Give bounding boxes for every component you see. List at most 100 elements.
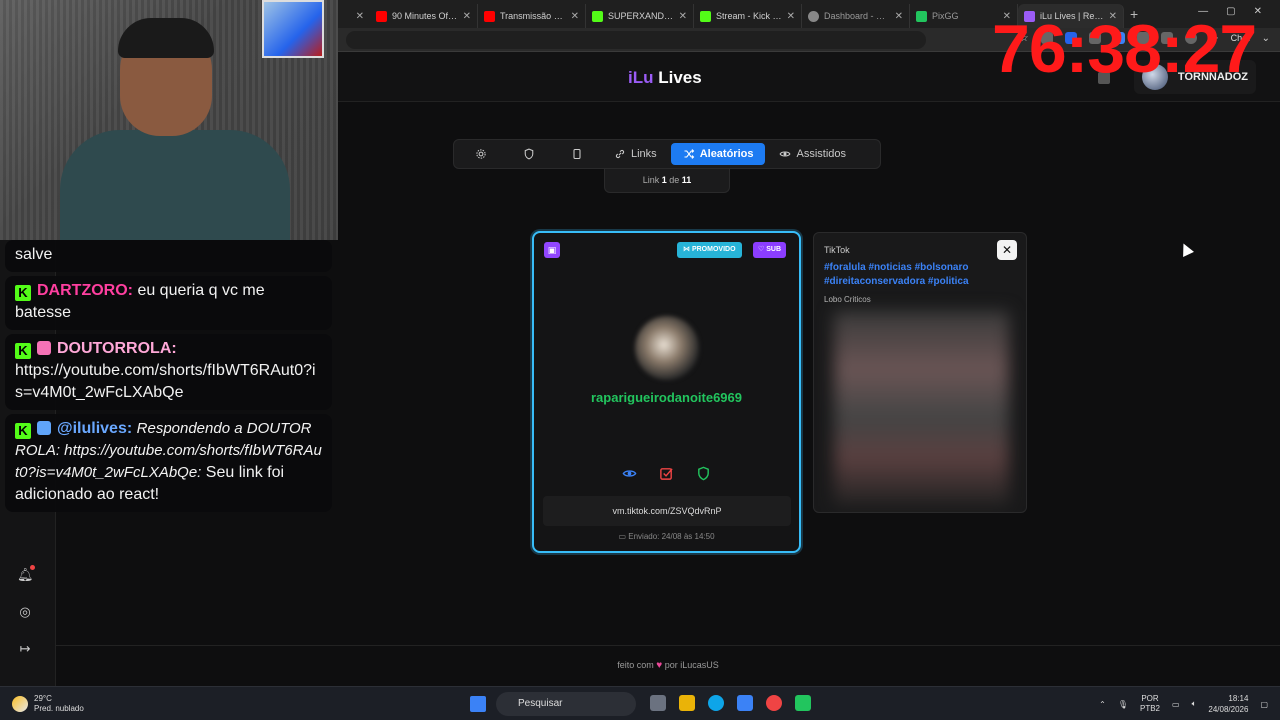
network-icon[interactable]: ▭ xyxy=(1172,700,1180,709)
gear-icon xyxy=(476,149,486,159)
webcam-overlay xyxy=(0,0,338,240)
browser-tab[interactable]: Dashboard - LivePix ✕ xyxy=(802,4,910,28)
chat-nickname: DARTZORO: xyxy=(37,282,133,299)
tab-label: Aleatórios xyxy=(699,148,754,160)
kick-icon: K xyxy=(15,285,31,301)
streamer-hair xyxy=(118,18,214,58)
approve-button[interactable] xyxy=(696,466,711,481)
address-bar[interactable] xyxy=(346,31,926,49)
kick-icon xyxy=(700,10,711,22)
browser-tab[interactable]: Transmissão ao viv... ✕ xyxy=(478,4,586,28)
chevron-up-icon[interactable]: ⌃ xyxy=(1099,700,1106,709)
tab-watched[interactable]: Assistidos xyxy=(767,143,858,165)
card-username: rapariguei­rodanoite6969 xyxy=(591,390,742,405)
youtube-icon xyxy=(376,10,387,22)
footer-prefix: feito com xyxy=(617,660,654,670)
tab-label: Stream - Kick Dash... xyxy=(716,11,782,21)
chevron-down-icon[interactable]: ⌄ xyxy=(1262,33,1270,44)
card-url[interactable]: vm.tiktok.com/ZSVQdvRnP xyxy=(543,496,791,526)
shield-icon xyxy=(698,466,709,481)
chat-message: salve xyxy=(5,240,332,272)
bell-icon[interactable]: 🔔︎ xyxy=(17,565,35,583)
tiktok-preview: TikTok ✕ #foralula #noticias #bolsonaro … xyxy=(813,232,1027,513)
browser-tab[interactable]: SUPERXANDAO Stre... ✕ xyxy=(586,4,694,28)
kick-icon xyxy=(592,10,603,22)
globe-icon xyxy=(808,10,819,22)
mouse-cursor xyxy=(1178,241,1194,257)
hashtags-line: #foralula #noticias #bolsonaro xyxy=(824,262,969,273)
task-view-icon[interactable] xyxy=(650,695,666,711)
tab-label: Links xyxy=(631,148,657,160)
preview-platform-label: TikTok xyxy=(824,245,850,255)
mark-watched-button[interactable] xyxy=(659,466,674,481)
logout-icon[interactable]: ↦ xyxy=(17,641,33,657)
tab-moderation[interactable] xyxy=(506,143,552,165)
sub-badge: ♡ SUB xyxy=(753,242,787,258)
twitch-icon: ▣ xyxy=(544,242,560,258)
preview-video-thumbnail[interactable] xyxy=(834,311,1009,506)
search-placeholder: Pesquisar xyxy=(518,698,563,709)
streamer-body xyxy=(60,130,290,240)
taskbar-search[interactable]: Pesquisar xyxy=(496,692,636,716)
temperature: 29°C xyxy=(34,694,52,703)
app-icon[interactable] xyxy=(795,695,811,711)
heart-icon: ♥ xyxy=(656,660,663,671)
link-card[interactable]: ▣ ⋈ PROMOVIDO ♡ SUB rapariguei­rodanoite… xyxy=(532,231,801,553)
tab-mobile[interactable] xyxy=(554,143,600,165)
hashtags-line: #direitaconservadora #politica xyxy=(824,276,969,287)
site-footer: feito com ♥ por iLucasUS xyxy=(56,645,1280,686)
language-code: POR xyxy=(1141,694,1159,703)
notification-dot xyxy=(30,565,35,570)
site-logo[interactable]: iLu Lives xyxy=(628,68,702,88)
link-counter: Link 1 de 11 xyxy=(604,169,730,193)
browser-tab[interactable]: Stream - Kick Dash... ✕ xyxy=(694,4,802,28)
kick-icon: K xyxy=(15,343,31,359)
weather-widget[interactable]: 29°C Pred. nublado xyxy=(12,694,84,714)
message-text: salve xyxy=(15,246,53,263)
microphone-icon[interactable]: 🎙︎ xyxy=(1118,700,1128,709)
shuffle-icon xyxy=(684,149,694,159)
tab-settings[interactable] xyxy=(458,143,504,165)
edge-icon[interactable] xyxy=(708,695,724,711)
notifications-icon[interactable]: ▢ xyxy=(1260,700,1268,709)
file-explorer-icon[interactable] xyxy=(679,695,695,711)
logo-suffix: Lives xyxy=(658,68,702,87)
promoted-label: PROMOVIDO xyxy=(691,246,736,253)
browser-tab[interactable]: 90 Minutes Of Met... ✕ xyxy=(370,4,478,28)
close-preview-button[interactable]: ✕ xyxy=(997,240,1017,260)
chat-overlay: salve K DARTZORO: eu queria q vc me bates… xyxy=(5,240,332,516)
close-icon[interactable]: ✕ xyxy=(571,11,579,22)
close-icon[interactable]: ✕ xyxy=(787,11,795,22)
clock[interactable]: 18:14 24/08/2026 xyxy=(1208,693,1248,715)
tablet-icon xyxy=(573,148,581,160)
preview-author: Lobo Criticos xyxy=(824,295,871,304)
tab-links[interactable]: Links xyxy=(602,143,669,165)
close-icon[interactable]: ✕ xyxy=(463,11,471,22)
chat-nickname: @ilulives: xyxy=(57,420,133,437)
language-indicator[interactable]: POR PTB2 xyxy=(1140,694,1160,714)
windows-start-icon[interactable] xyxy=(470,696,486,712)
taskbar-apps xyxy=(650,695,811,711)
volume-icon[interactable]: 🔈︎ xyxy=(1192,699,1197,709)
clock-time: 18:14 xyxy=(1228,694,1249,703)
chrome-icon[interactable] xyxy=(766,695,782,711)
sent-label: Enviado: 24/08 às 14:50 xyxy=(628,532,715,541)
view-button[interactable] xyxy=(622,466,637,481)
counter-total: 11 xyxy=(681,175,692,185)
close-icon[interactable]: ✕ xyxy=(895,11,903,22)
counter-current: 1 xyxy=(661,175,667,185)
checkbox-icon xyxy=(660,468,673,480)
footer-suffix: por iLucasUS xyxy=(664,660,719,670)
help-icon[interactable]: ◎ xyxy=(17,604,33,620)
close-icon[interactable]: ✕ xyxy=(356,11,364,22)
tab-random[interactable]: Aleatórios xyxy=(670,143,766,165)
shield-icon xyxy=(524,148,534,160)
close-icon[interactable]: ✕ xyxy=(679,11,687,22)
tab-label: SUPERXANDAO Stre... xyxy=(608,11,674,21)
chat-message: K DOUTORROLA: https://youtube.com/shorts/… xyxy=(5,334,332,410)
photos-icon[interactable] xyxy=(737,695,753,711)
bot-badge-icon xyxy=(37,421,51,435)
preview-hashtags: #foralula #noticias #bolsonaro #direitac… xyxy=(824,261,1014,289)
tab-partial[interactable]: ✕ xyxy=(338,4,370,28)
keyboard-layout: PTB2 xyxy=(1140,704,1161,713)
